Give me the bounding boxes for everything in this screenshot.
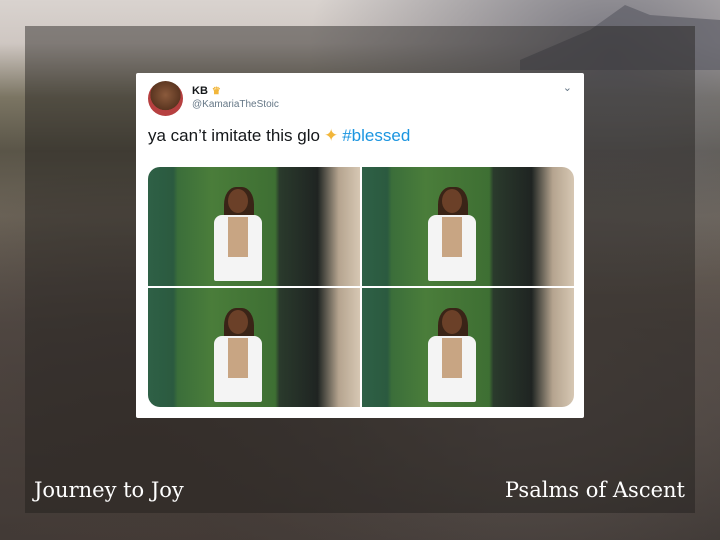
person-figure	[208, 308, 268, 402]
head-shape	[228, 310, 248, 334]
tweet-author[interactable]: KB ♛	[192, 85, 221, 97]
chevron-down-icon[interactable]: ⌄	[563, 81, 572, 94]
tweet-card: KB ♛ @KamariaTheStoic ⌄ ya can’t imitate …	[136, 73, 584, 418]
crown-icon: ♛	[211, 86, 221, 97]
shirt-shape	[442, 217, 462, 257]
avatar[interactable]	[148, 81, 183, 116]
tweet-author-name[interactable]: KB	[192, 85, 208, 97]
person-figure	[208, 187, 268, 281]
person-figure	[422, 308, 482, 402]
tweet-photo-1[interactable]	[148, 167, 360, 286]
tweet-photo-2[interactable]	[362, 167, 574, 286]
tweet-handle[interactable]: @KamariaTheStoic	[192, 99, 279, 110]
person-figure	[422, 187, 482, 281]
slide-label-right: Psalms of Ascent	[504, 478, 685, 502]
tweet-photo-4[interactable]	[362, 288, 574, 407]
tweet-message: ya can’t imitate this glo	[148, 126, 320, 145]
tweet-photo-3[interactable]	[148, 288, 360, 407]
sparkles-icon: ✦	[323, 126, 339, 145]
head-shape	[442, 310, 462, 334]
tweet-text: ya can’t imitate this glo ✦ #blessed	[148, 126, 410, 146]
slide-label-left: Journey to Joy	[34, 478, 184, 502]
shirt-shape	[228, 217, 248, 257]
head-shape	[228, 189, 248, 213]
hashtag-link[interactable]: #blessed	[342, 126, 410, 145]
head-shape	[442, 189, 462, 213]
tweet-photo-grid	[148, 167, 574, 407]
shirt-shape	[442, 338, 462, 378]
shirt-shape	[228, 338, 248, 378]
